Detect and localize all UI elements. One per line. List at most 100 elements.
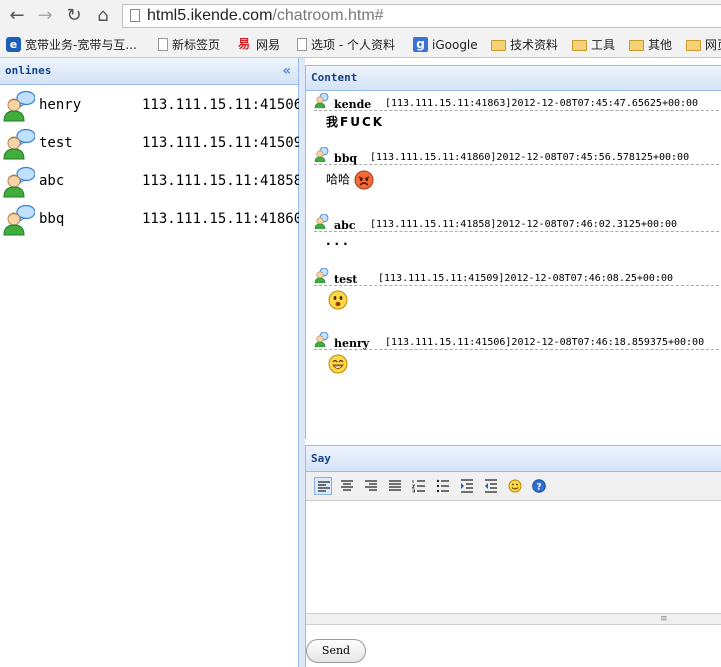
user-avatar-icon bbox=[314, 93, 329, 108]
panel-title: Say bbox=[311, 452, 331, 465]
send-button[interactable]: Send bbox=[306, 639, 366, 663]
message-body: 哈哈 bbox=[326, 170, 374, 190]
bookmark-label: 网易 bbox=[256, 38, 281, 52]
message-body: 我FUCK bbox=[326, 113, 384, 130]
bookmark-folder-other[interactable]: 其他 bbox=[629, 37, 672, 53]
page-icon bbox=[158, 38, 168, 51]
resize-grip-icon[interactable]: ≡ bbox=[660, 614, 668, 624]
unordered-list-icon[interactable] bbox=[434, 477, 452, 495]
page-icon bbox=[297, 38, 307, 51]
user-name: abc bbox=[39, 173, 65, 189]
folder-icon bbox=[491, 40, 506, 51]
bookmarks-bar: e 宽带业务-宽带与互... 新标签页 易网易 选项 - 个人资料 g iGoogl… bbox=[0, 33, 721, 58]
message-header: henry [113.111.15.11:41506]2012-12-08T07… bbox=[314, 332, 721, 350]
justify-icon[interactable] bbox=[386, 477, 404, 495]
online-user-row[interactable]: abc 113.111.15.11:41858 bbox=[0, 165, 302, 201]
bookmark-label: 网页 bbox=[705, 38, 721, 52]
say-header: Say bbox=[306, 446, 721, 472]
user-avatar-icon bbox=[3, 128, 35, 160]
message-text: ... bbox=[326, 234, 352, 248]
collapse-left-icon[interactable]: « bbox=[283, 58, 291, 84]
address-bar[interactable]: html5.ikende.com/chatroom.htm# bbox=[122, 4, 721, 28]
message-editor[interactable] bbox=[306, 501, 721, 613]
bookmark-folder-tools[interactable]: 工具 bbox=[572, 37, 615, 53]
ordered-list-icon[interactable] bbox=[410, 477, 428, 495]
home-icon[interactable]: ⌂ bbox=[92, 5, 114, 27]
content-panel: Content kende [113.111.15.11:41863]2012-… bbox=[305, 65, 721, 439]
message-header: test [113.111.15.11:41509]2012-12-08T07:… bbox=[314, 268, 721, 286]
bookmark-label: 宽带业务-宽带与互... bbox=[25, 38, 137, 52]
align-right-icon[interactable] bbox=[362, 477, 380, 495]
bookmark-netease[interactable]: 易网易 bbox=[238, 37, 280, 53]
message-sender: henry bbox=[334, 337, 370, 350]
netease-icon: 易 bbox=[238, 37, 251, 51]
bookmark-igoogle[interactable]: g iGoogle bbox=[413, 37, 478, 53]
online-user-row[interactable]: henry 113.111.15.11:41506 bbox=[0, 89, 302, 125]
bookmark-folder-tech[interactable]: 技术资料 bbox=[491, 37, 558, 53]
smiley-icon[interactable] bbox=[506, 477, 524, 495]
indent-icon[interactable] bbox=[458, 477, 476, 495]
online-user-row[interactable]: bbq 113.111.15.11:41860 bbox=[0, 203, 302, 239]
user-address: 113.111.15.11:41506 bbox=[142, 97, 303, 113]
back-arrow-icon[interactable]: ← bbox=[6, 5, 28, 27]
message-header: bbq [113.111.15.11:41860]2012-12-08T07:4… bbox=[314, 147, 721, 165]
message-sender: kende bbox=[334, 98, 372, 111]
user-name: bbq bbox=[39, 211, 65, 227]
user-avatar-icon bbox=[314, 332, 329, 347]
message-meta: [113.111.15.11:41506]2012-12-08T07:46:18… bbox=[385, 337, 705, 348]
bookmark-new-tab[interactable]: 新标签页 bbox=[158, 37, 220, 53]
bookmark-label: 工具 bbox=[591, 38, 616, 52]
message-body bbox=[328, 354, 348, 374]
onlines-header: onlines « bbox=[0, 58, 298, 85]
user-avatar-icon bbox=[3, 90, 35, 122]
message-sender: abc bbox=[334, 219, 356, 232]
folder-icon bbox=[572, 40, 587, 51]
user-avatar-icon bbox=[3, 166, 35, 198]
outdent-icon[interactable] bbox=[482, 477, 500, 495]
bookmark-label: 技术资料 bbox=[510, 38, 559, 52]
say-panel: Say ? ≡ Send bbox=[305, 445, 721, 667]
align-left-icon[interactable] bbox=[314, 477, 332, 495]
message-sender: bbq bbox=[334, 152, 358, 165]
angry-face-icon bbox=[354, 170, 374, 190]
bookmark-options-profile[interactable]: 选项 - 个人资料 bbox=[297, 37, 395, 53]
online-user-row[interactable]: test 113.111.15.11:41509 bbox=[0, 127, 302, 163]
user-address: 113.111.15.11:41858 bbox=[142, 173, 303, 189]
svg-text:?: ? bbox=[536, 483, 541, 493]
browser-toolbar: ← → ↻ ⌂ html5.ikende.com/chatroom.htm# bbox=[0, 0, 721, 34]
message-meta: [113.111.15.11:41858]2012-12-08T07:46:02… bbox=[370, 219, 678, 230]
bookmark-folder-web[interactable]: 网页 bbox=[686, 37, 721, 53]
message-text: 哈哈 bbox=[326, 172, 351, 187]
user-address: 113.111.15.11:41509 bbox=[142, 135, 303, 151]
folder-icon bbox=[629, 40, 644, 51]
telecom-icon: e bbox=[6, 37, 21, 52]
panel-title: onlines bbox=[5, 64, 52, 77]
user-avatar-icon bbox=[314, 268, 329, 283]
message-header: kende [113.111.15.11:41863]2012-12-08T07… bbox=[314, 93, 721, 111]
user-avatar-icon bbox=[314, 214, 329, 229]
folder-icon bbox=[686, 40, 701, 51]
bookmark-label: iGoogle bbox=[432, 38, 478, 52]
page-icon bbox=[130, 9, 140, 22]
user-avatar-icon bbox=[3, 204, 35, 236]
user-avatar-icon bbox=[314, 147, 329, 162]
user-address: 113.111.15.11:41860 bbox=[142, 211, 303, 227]
url-path: /chatroom.htm# bbox=[272, 7, 384, 24]
onlines-panel: onlines « henry 113.111.15.11:41506 test… bbox=[0, 58, 302, 667]
help-icon[interactable]: ? bbox=[530, 477, 548, 495]
editor-toolbar: ? bbox=[306, 472, 721, 501]
grin-face-icon bbox=[328, 354, 348, 374]
user-name: henry bbox=[39, 97, 82, 113]
bookmark-broadband[interactable]: e 宽带业务-宽带与互... bbox=[6, 37, 137, 53]
reload-icon[interactable]: ↻ bbox=[63, 5, 85, 27]
message-text: 我FUCK bbox=[326, 115, 385, 129]
forward-arrow-icon[interactable]: → bbox=[34, 5, 56, 27]
bookmark-label: 其他 bbox=[648, 38, 673, 52]
message-sender: test bbox=[334, 273, 358, 286]
message-meta: [113.111.15.11:41863]2012-12-08T07:45:47… bbox=[385, 98, 699, 109]
bookmark-label: 选项 - 个人资料 bbox=[311, 38, 395, 52]
message-header: abc [113.111.15.11:41858]2012-12-08T07:4… bbox=[314, 214, 721, 232]
editor-resize-bar[interactable]: ≡ bbox=[306, 613, 721, 625]
align-center-icon[interactable] bbox=[338, 477, 356, 495]
bookmark-label: 新标签页 bbox=[172, 38, 221, 52]
